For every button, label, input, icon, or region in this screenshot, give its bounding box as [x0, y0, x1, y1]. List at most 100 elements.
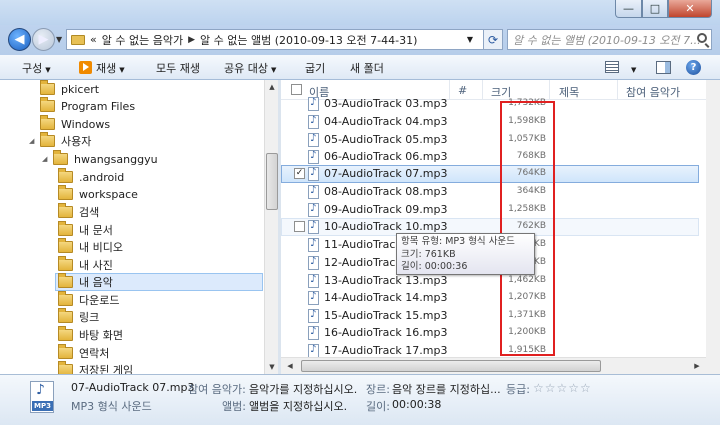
- window-controls: — □ ✕: [615, 0, 712, 18]
- tree-item[interactable]: 다운로드: [58, 291, 119, 309]
- expand-icon[interactable]: ◢: [29, 137, 37, 145]
- tree-item[interactable]: 저장된 게임: [58, 361, 133, 374]
- music-note-icon: ♪: [36, 382, 45, 398]
- file-row[interactable]: 15-AudioTrack 15.mp31,371KB: [281, 307, 699, 325]
- details-length-value: 00:00:38: [392, 398, 442, 411]
- address-bar[interactable]: « 알 수 없는 음악가 ▶ 알 수 없는 앨범 (2010-09-13 오전 …: [66, 29, 502, 50]
- search-placeholder: 알 수 없는 앨범 (2010-09-13 오전 7...: [513, 33, 701, 47]
- horizontal-scrollbar[interactable]: ◀ ▶: [281, 357, 706, 374]
- view-options-dropdown[interactable]: ▼: [628, 62, 636, 75]
- tree-item[interactable]: Program Files: [40, 97, 135, 115]
- documents-folder-icon: [58, 221, 73, 236]
- scroll-thumb[interactable]: [266, 153, 278, 210]
- downloads-folder-icon: [58, 291, 73, 306]
- minimize-button[interactable]: —: [615, 0, 642, 18]
- tree-item[interactable]: 검색: [58, 203, 99, 221]
- file-row[interactable]: 08-AudioTrack 08.mp3364KB: [281, 183, 699, 201]
- file-row[interactable]: 04-AudioTrack 04.mp31,598KB: [281, 113, 699, 131]
- tree-item-selected[interactable]: 내 음악: [55, 273, 263, 291]
- navigation-scrollbar[interactable]: ▲ ▼: [264, 80, 278, 374]
- scroll-thumb[interactable]: [301, 360, 601, 372]
- tree-item-label: 저장된 게임: [79, 364, 134, 374]
- scroll-up-icon[interactable]: ▲: [265, 80, 279, 94]
- breadcrumb-item[interactable]: 알 수 없는 앨범 (2010-09-13 오전 7-44-31): [200, 32, 417, 48]
- file-name: 07-AudioTrack 07.mp3: [324, 167, 448, 180]
- share-button[interactable]: 공유 대상 ▼: [224, 60, 276, 76]
- help-icon[interactable]: ?: [686, 60, 701, 75]
- scroll-down-icon[interactable]: ▼: [265, 360, 279, 374]
- select-all-checkbox[interactable]: [291, 84, 302, 95]
- tree-item[interactable]: 연락처: [58, 344, 109, 362]
- tree-item-label: 링크: [79, 311, 100, 324]
- close-button[interactable]: ✕: [668, 0, 712, 18]
- file-row[interactable]: 14-AudioTrack 14.mp31,207KB: [281, 289, 699, 307]
- file-name: 10-AudioTrack 10.mp3: [324, 220, 448, 233]
- expand-icon[interactable]: ◢: [42, 155, 50, 163]
- tree-item[interactable]: 내 비디오: [58, 238, 123, 256]
- file-row[interactable]: 03-AudioTrack 03.mp31,732KB: [281, 95, 699, 113]
- tree-item[interactable]: ◢ 사용자: [29, 132, 91, 150]
- tree-item-label: 내 음악: [79, 276, 113, 289]
- tree-item[interactable]: workspace: [58, 185, 138, 203]
- file-name: 13-AudioTrack 13.mp3: [324, 274, 448, 287]
- search-input[interactable]: 알 수 없는 앨범 (2010-09-13 오전 7...: [507, 29, 712, 50]
- maximize-button[interactable]: □: [642, 0, 668, 18]
- scroll-right-icon[interactable]: ▶: [690, 359, 704, 373]
- tree-item[interactable]: 내 사진: [58, 256, 113, 274]
- breadcrumb-item[interactable]: 알 수 없는 음악가: [102, 32, 183, 48]
- tree-item[interactable]: .android: [58, 168, 124, 186]
- file-row[interactable]: 16-AudioTrack 16.mp31,200KB: [281, 324, 699, 342]
- desktop-folder-icon: [58, 326, 73, 341]
- file-row[interactable]: 06-AudioTrack 06.mp3768KB: [281, 148, 699, 166]
- file-name: 09-AudioTrack 09.mp3: [324, 203, 448, 216]
- folder-icon: [40, 115, 55, 130]
- file-row[interactable]: 09-AudioTrack 09.mp31,258KB: [281, 201, 699, 219]
- address-dropdown[interactable]: ▼: [462, 29, 478, 50]
- row-checkbox[interactable]: ✓: [294, 168, 305, 179]
- recent-pages-dropdown[interactable]: ▼: [56, 35, 62, 44]
- tree-item-label: 연락처: [79, 347, 110, 360]
- details-rating-label: 등급:: [506, 383, 530, 396]
- preview-pane-icon[interactable]: [656, 61, 671, 74]
- details-album-value[interactable]: 앨범을 지정하십시오.: [249, 398, 347, 414]
- audio-file-icon: [308, 150, 319, 164]
- tree-item-label: Program Files: [61, 99, 136, 113]
- tree-item[interactable]: Windows: [40, 115, 110, 133]
- audio-file-icon: [308, 344, 319, 358]
- chevron-down-icon: ▼: [45, 66, 51, 74]
- pictures-folder-icon: [58, 256, 73, 271]
- details-genre-value[interactable]: 음악 장르를 지정하십...: [392, 381, 501, 397]
- folder-icon: [58, 168, 73, 183]
- details-genre-label: 장르:: [366, 383, 390, 396]
- file-name: 04-AudioTrack 04.mp3: [324, 115, 448, 128]
- tree-item[interactable]: ◢ hwangsanggyu: [42, 150, 158, 168]
- back-button[interactable]: ◀: [8, 28, 31, 51]
- file-row[interactable]: 05-AudioTrack 05.mp31,057KB: [281, 131, 699, 149]
- details-artist-value[interactable]: 음악가를 지정하십시오.: [249, 381, 357, 397]
- organize-label: 구성: [22, 62, 43, 75]
- breadcrumb-overflow[interactable]: «: [90, 33, 97, 46]
- rating-stars[interactable]: ☆☆☆☆☆: [533, 381, 592, 395]
- organize-button[interactable]: 구성 ▼: [22, 60, 51, 76]
- refresh-button[interactable]: ⟳: [483, 29, 503, 50]
- tree-item[interactable]: pkicert: [40, 80, 99, 98]
- audio-file-icon: [308, 133, 319, 147]
- scroll-left-icon[interactable]: ◀: [283, 359, 297, 373]
- play-all-button[interactable]: 모두 재생: [156, 60, 200, 76]
- tree-item[interactable]: 바탕 화면: [58, 326, 123, 344]
- row-checkbox[interactable]: [294, 221, 305, 232]
- tree-item[interactable]: 내 문서: [58, 221, 113, 239]
- new-folder-button[interactable]: 새 폴더: [350, 60, 384, 76]
- view-options-icon[interactable]: [605, 61, 619, 73]
- file-list-scrollbar[interactable]: [706, 80, 720, 357]
- file-row-selected[interactable]: ✓07-AudioTrack 07.mp3764KB: [281, 165, 699, 183]
- forward-button[interactable]: ▶: [32, 28, 55, 51]
- audio-file-icon: [308, 97, 319, 111]
- burn-button[interactable]: 굽기: [305, 60, 325, 76]
- play-button[interactable]: 재생 ▼: [79, 60, 125, 76]
- chevron-right-icon[interactable]: ▶: [188, 35, 195, 45]
- tree-item[interactable]: 링크: [58, 308, 99, 326]
- search-icon[interactable]: [697, 33, 707, 43]
- play-icon: [79, 61, 92, 74]
- folder-icon: [40, 80, 55, 95]
